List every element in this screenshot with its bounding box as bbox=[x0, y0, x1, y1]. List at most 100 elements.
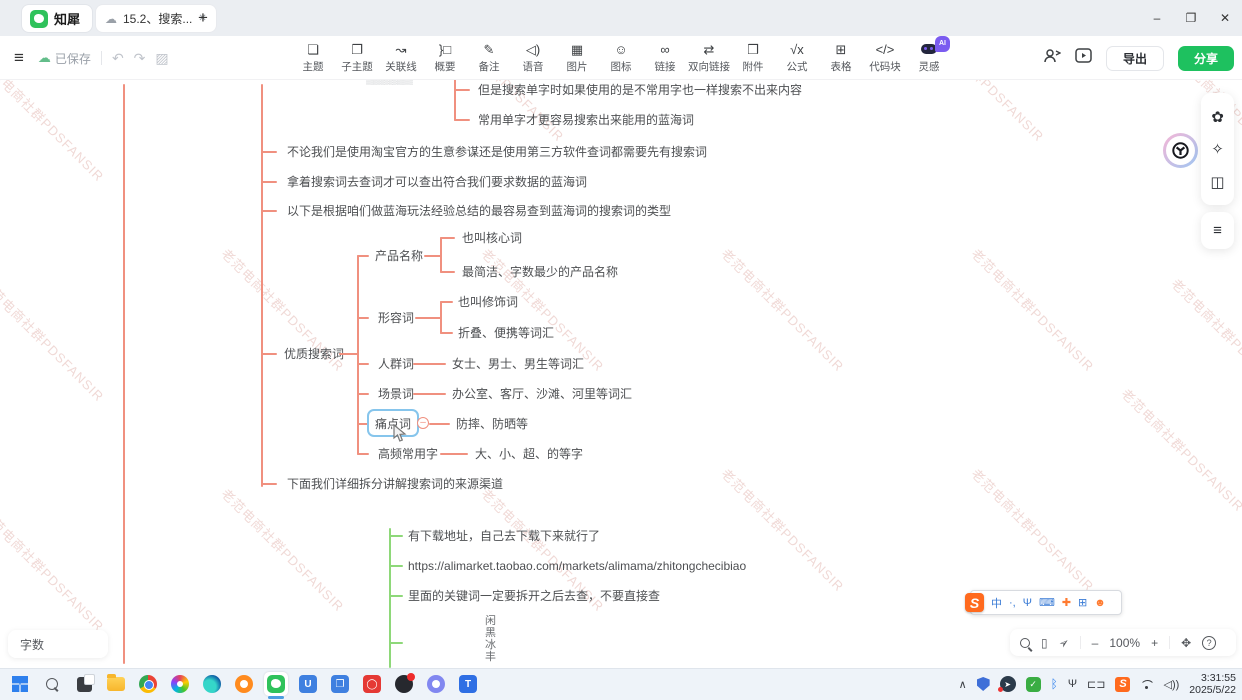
app-home-chip[interactable]: 知犀 bbox=[22, 5, 92, 32]
telegram-tray-icon[interactable]: ➤ bbox=[1000, 676, 1016, 692]
toolbar-item-link[interactable]: ∞ 链接 bbox=[643, 38, 687, 78]
toolbar-item-subtopic[interactable]: ❐ 子主题 bbox=[335, 38, 379, 78]
mindmap-node[interactable]: 形容词 bbox=[378, 309, 414, 327]
mindmap-node[interactable]: 下面我们详细拆分讲解搜索词的来源渠道 bbox=[287, 475, 503, 493]
theme-style-icon[interactable]: ✿ bbox=[1211, 108, 1224, 126]
tray-chevron-icon[interactable]: ∧ bbox=[959, 678, 967, 691]
mindmap-canvas[interactable]: 老范电商社群PDSFANSIR 老范电商社群PDSFANSIR 老范电商社群PD… bbox=[0, 80, 1242, 668]
file-explorer-icon[interactable] bbox=[104, 672, 128, 696]
mindmap-node[interactable]: 大、小、超、的等字 bbox=[475, 445, 583, 463]
taskbar-search-icon[interactable] bbox=[40, 672, 64, 696]
task-view-icon[interactable] bbox=[72, 672, 96, 696]
video-tutorial-icon[interactable] bbox=[1075, 48, 1092, 68]
toolbar-item-note[interactable]: ✎ 备注 bbox=[467, 38, 511, 78]
blue-t-app-icon[interactable]: T bbox=[456, 672, 480, 696]
collaboration-icon[interactable] bbox=[1044, 48, 1061, 68]
mindmap-node[interactable]: 以下是根据咱们做蓝海玩法经验总结的最容易查到蓝海词的搜索词的类型 bbox=[287, 202, 671, 220]
soft-keyboard-icon[interactable]: ⌨ bbox=[1039, 596, 1055, 609]
green-check-app-icon[interactable]: ✓ bbox=[1026, 677, 1041, 692]
close-button[interactable]: ✕ bbox=[1208, 0, 1242, 36]
sogou-logo-icon[interactable]: S bbox=[965, 593, 984, 612]
toolbar-item-formula[interactable]: √x 公式 bbox=[775, 38, 819, 78]
orange-app-icon[interactable] bbox=[232, 672, 256, 696]
mindmap-node[interactable]: 有下载地址，自己去下载下来就行了 bbox=[408, 527, 600, 545]
mindmap-node[interactable]: 不论我们是使用淘宝官方的生意参谋还是使用第三方软件查词都需要先有搜索词 bbox=[287, 143, 707, 161]
edge-icon[interactable] bbox=[200, 672, 224, 696]
mindmap-node[interactable]: 人群词 bbox=[378, 355, 414, 373]
restore-button[interactable]: ❐ bbox=[1174, 0, 1208, 36]
share-button[interactable]: 分享 bbox=[1178, 46, 1234, 71]
structure-layout-icon[interactable]: ◫ bbox=[1210, 173, 1224, 191]
toolbar-item-summary[interactable]: }□ 概要 bbox=[423, 38, 467, 78]
bluetooth-icon[interactable]: ᛒ bbox=[1051, 677, 1058, 691]
toolbar-item-theme[interactable]: ❏ 主题 bbox=[291, 38, 335, 78]
chinese-mode-icon[interactable]: 中 bbox=[991, 595, 1002, 611]
zhixi-taskbar-icon[interactable] bbox=[264, 672, 288, 696]
mindmap-node[interactable]: 场景词 bbox=[378, 385, 414, 403]
toolbox-icon[interactable]: ⊞ bbox=[1078, 596, 1087, 609]
emoji-picker-icon[interactable]: ☻ bbox=[1094, 597, 1106, 609]
mindmap-node[interactable]: 防摔、防晒等 bbox=[456, 415, 528, 433]
mindmap-node[interactable]: 折叠、便携等词汇 bbox=[458, 324, 554, 342]
dark-app-icon[interactable] bbox=[392, 672, 416, 696]
toolbar-item-bidirectional-link[interactable]: ⇄ 双向链接 bbox=[687, 38, 731, 78]
tray-clock[interactable]: 3:31:55 2025/5/22 bbox=[1189, 672, 1236, 696]
export-button[interactable]: 导出 bbox=[1106, 46, 1164, 71]
outline-icon[interactable]: ≡ bbox=[1213, 222, 1222, 239]
mindmap-node[interactable]: 最简洁、字数最少的产品名称 bbox=[462, 263, 618, 281]
blue-windows-app-icon[interactable]: ❐ bbox=[328, 672, 352, 696]
beautify-icon[interactable]: ✧ bbox=[1211, 140, 1224, 158]
punctuation-icon[interactable]: ·, bbox=[1009, 597, 1016, 609]
zoom-out-button[interactable]: – bbox=[1092, 636, 1099, 650]
voice-input-icon[interactable]: Ψ bbox=[1023, 597, 1032, 609]
sogou-tray-icon[interactable]: S bbox=[1115, 677, 1130, 692]
mindmap-node[interactable]: 办公室、客厅、沙滩、河里等词汇 bbox=[452, 385, 632, 403]
chrome-icon[interactable] bbox=[136, 672, 160, 696]
mindmap-node[interactable]: 里面的关键词一定要拆开之后去查，不要直接查 bbox=[408, 587, 660, 605]
mouse-mode-icon[interactable]: ▯ bbox=[1041, 636, 1048, 650]
mindmap-node-url[interactable]: https://alimarket.taobao.com/markets/ali… bbox=[408, 557, 746, 575]
format-painter-icon[interactable]: ▨ bbox=[155, 50, 168, 67]
mindmap-node[interactable]: 但是搜索单字时如果使用的是不常用字也一样搜索不出来内容 bbox=[478, 81, 802, 99]
menu-icon[interactable]: ≡ bbox=[10, 48, 28, 68]
browser-360-icon[interactable] bbox=[168, 672, 192, 696]
ai-assistant-button[interactable] bbox=[1163, 133, 1198, 168]
navigate-icon[interactable]: ➢ bbox=[1055, 634, 1072, 651]
toolbar-item-icon[interactable]: ☺ 图标 bbox=[599, 38, 643, 78]
toolbar-item-table[interactable]: ⊞ 表格 bbox=[819, 38, 863, 78]
purple-app-icon[interactable] bbox=[424, 672, 448, 696]
zoom-in-button[interactable]: + bbox=[1151, 636, 1158, 650]
wifi-icon[interactable] bbox=[1140, 680, 1153, 689]
sound-settings-icon[interactable]: ⊏⊐ bbox=[1087, 678, 1105, 691]
new-tab-button[interactable]: + bbox=[198, 8, 208, 28]
mindmap-node[interactable]: 产品名称 bbox=[375, 247, 423, 265]
mindmap-node[interactable]: 拿着搜索词去查词才可以查出符合我们要求数据的蓝海词 bbox=[287, 173, 587, 191]
toolbar-item-relation-line[interactable]: ↝ 关联线 bbox=[379, 38, 423, 78]
mindmap-node[interactable]: 常用单字才更容易搜索出来能用的蓝海词 bbox=[478, 111, 694, 129]
mindmap-node[interactable]: 也叫核心词 bbox=[462, 229, 522, 247]
blue-shield-app-icon[interactable]: U bbox=[296, 672, 320, 696]
red-app-icon[interactable]: ◯ bbox=[360, 672, 384, 696]
help-icon[interactable]: ? bbox=[1202, 636, 1216, 650]
toolbar-item-attachment[interactable]: ❒ 附件 bbox=[731, 38, 775, 78]
skin-icon[interactable]: ✚ bbox=[1062, 596, 1071, 609]
redo-icon[interactable]: ↷ bbox=[134, 50, 146, 67]
microphone-icon[interactable]: Ψ bbox=[1068, 678, 1077, 690]
minimize-button[interactable]: – bbox=[1140, 0, 1174, 36]
mindmap-node[interactable]: 也叫修饰词 bbox=[458, 293, 518, 311]
volume-icon[interactable]: ◁)) bbox=[1163, 678, 1179, 691]
mindmap-node[interactable]: 优质搜索词 bbox=[284, 345, 344, 363]
collapse-toggle-icon[interactable]: – bbox=[417, 417, 429, 429]
toolbar-item-image[interactable]: ▦ 图片 bbox=[555, 38, 599, 78]
start-button[interactable] bbox=[8, 672, 32, 696]
mindmap-node[interactable]: 高频常用字 bbox=[378, 445, 438, 463]
mindmap-node[interactable]: 女士、男士、男生等词汇 bbox=[452, 355, 584, 373]
fullscreen-icon[interactable]: ✥ bbox=[1181, 636, 1191, 650]
toolbar-item-inspiration[interactable]: AI 灵感 bbox=[907, 38, 951, 78]
defender-shield-icon[interactable] bbox=[977, 677, 990, 691]
toolbar-item-codeblock[interactable]: </> 代码块 bbox=[863, 38, 907, 78]
word-count-panel[interactable]: 字数 bbox=[8, 630, 108, 658]
search-icon[interactable] bbox=[1020, 638, 1030, 648]
toolbar-item-voice[interactable]: ◁) 语音 bbox=[511, 38, 555, 78]
undo-icon[interactable]: ↶ bbox=[112, 50, 124, 67]
